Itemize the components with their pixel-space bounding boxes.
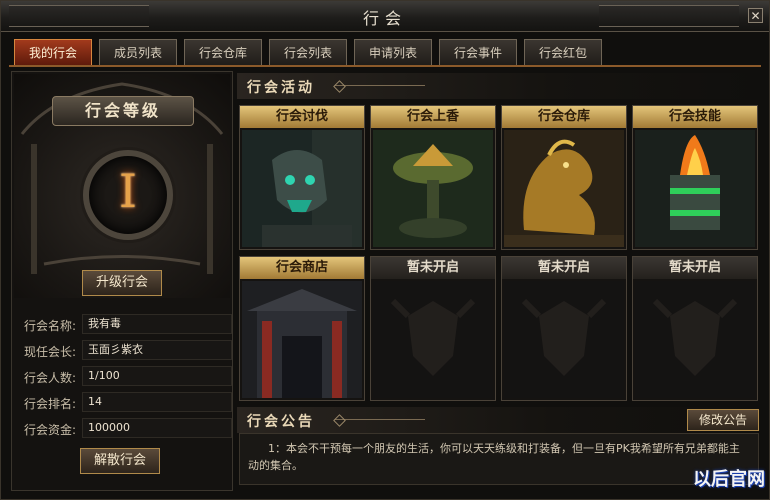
info-label: 行会排名: (24, 397, 77, 411)
activity-card-guild-incense[interactable]: 行会上香 (370, 105, 496, 250)
info-value: 100000 (82, 418, 232, 438)
shop-gate-icon (242, 281, 362, 398)
locked-emblem-icon (635, 281, 755, 398)
demon-statue-icon (242, 130, 362, 247)
close-button[interactable]: ✕ (748, 8, 763, 23)
activity-card-locked-1: 暂未开启 (370, 256, 496, 401)
activity-card-locked-2: 暂未开启 (501, 256, 627, 401)
guild-level-banner: 行会等级 (52, 96, 194, 126)
disband-guild-button[interactable]: 解散行会 (80, 448, 160, 474)
info-row-guild-leader: 现任会长: 玉面彡紫衣 (20, 340, 232, 362)
tab-application-list[interactable]: 申请列表 (354, 39, 432, 65)
guild-level-numeral: I (118, 164, 138, 218)
info-row-member-count: 行会人数: 1/100 (20, 366, 232, 388)
activity-card-locked-3: 暂未开启 (632, 256, 758, 401)
activity-card-guild-crusade[interactable]: 行会讨伐 (239, 105, 365, 250)
guild-content-panel: 行会活动 行会讨伐 行会上香 行会仓库 行会技能 行会商店 暂未开启 暂未开启 … (237, 71, 761, 491)
activity-grid: 行会讨伐 行会上香 行会仓库 行会技能 行会商店 暂未开启 暂未开启 暂未开启 (239, 105, 759, 407)
header-ornament (335, 419, 425, 420)
info-row-guild-rank: 行会排名: 14 (20, 392, 232, 414)
locked-emblem-icon (504, 281, 624, 398)
activity-card-title: 行会仓库 (502, 106, 626, 128)
info-label: 行会资金: (24, 423, 77, 437)
watermark-text: 以后官网 (693, 469, 765, 490)
incense-altar-icon (373, 130, 493, 247)
activity-card-title: 暂未开启 (371, 257, 495, 279)
tab-guild-events[interactable]: 行会事件 (439, 39, 517, 65)
close-icon: ✕ (750, 9, 761, 23)
window-title: 行会 (362, 9, 407, 28)
activity-card-title: 暂未开启 (502, 257, 626, 279)
activity-card-guild-skills[interactable]: 行会技能 (632, 105, 758, 250)
activity-card-guild-shop[interactable]: 行会商店 (239, 256, 365, 401)
title-bar: 行会 ✕ (1, 1, 769, 32)
activities-title: 行会活动 (247, 80, 315, 96)
locked-emblem-icon (373, 281, 493, 398)
golden-dragon-icon (504, 130, 624, 247)
activity-card-title: 行会商店 (240, 257, 364, 279)
activity-card-title: 行会技能 (633, 106, 757, 128)
info-value: 我有毒 (82, 314, 232, 334)
notice-header: 行会公告 (237, 407, 761, 433)
tab-guild-storage[interactable]: 行会仓库 (184, 39, 262, 65)
info-value: 14 (82, 392, 232, 412)
activity-card-title: 暂未开启 (633, 257, 757, 279)
flame-cauldron-icon (635, 130, 755, 247)
info-label: 现任会长: (24, 345, 77, 359)
activity-card-title: 行会讨伐 (240, 106, 364, 128)
tab-divider (9, 65, 761, 67)
info-value: 玉面彡紫衣 (82, 340, 232, 360)
header-ornament (335, 85, 425, 86)
tab-member-list[interactable]: 成员列表 (99, 39, 177, 65)
site-watermark: 以后官网 (615, 461, 765, 495)
tab-guild-red-packet[interactable]: 行会红包 (524, 39, 602, 65)
guild-level-emblem: I (83, 150, 173, 240)
tab-my-guild[interactable]: 我的行会 (14, 39, 92, 65)
guild-info-panel: 行会等级 I 升级行会 行会名称: 我有毒 现任会长: 玉面彡紫衣 行会人数: … (11, 71, 233, 491)
guild-info-list: 行会名称: 我有毒 现任会长: 玉面彡紫衣 行会人数: 1/100 行会排名: … (20, 314, 232, 444)
activity-card-guild-storage[interactable]: 行会仓库 (501, 105, 627, 250)
info-value: 1/100 (82, 366, 232, 386)
activity-card-title: 行会上香 (371, 106, 495, 128)
info-row-guild-funds: 行会资金: 100000 (20, 418, 232, 440)
guild-window: 行会 ✕ 我的行会 成员列表 行会仓库 行会列表 申请列表 行会事件 行会红包 … (0, 0, 770, 500)
info-row-guild-name: 行会名称: 我有毒 (20, 314, 232, 336)
upgrade-guild-button[interactable]: 升级行会 (82, 270, 162, 296)
tab-guild-list[interactable]: 行会列表 (269, 39, 347, 65)
info-label: 行会名称: (24, 319, 77, 333)
notice-title: 行会公告 (247, 414, 315, 430)
modify-notice-button[interactable]: 修改公告 (687, 409, 759, 431)
activities-header: 行会活动 (237, 73, 761, 99)
guild-level-area: 行会等级 I 升级行会 (14, 74, 230, 298)
info-label: 行会人数: (24, 371, 77, 385)
